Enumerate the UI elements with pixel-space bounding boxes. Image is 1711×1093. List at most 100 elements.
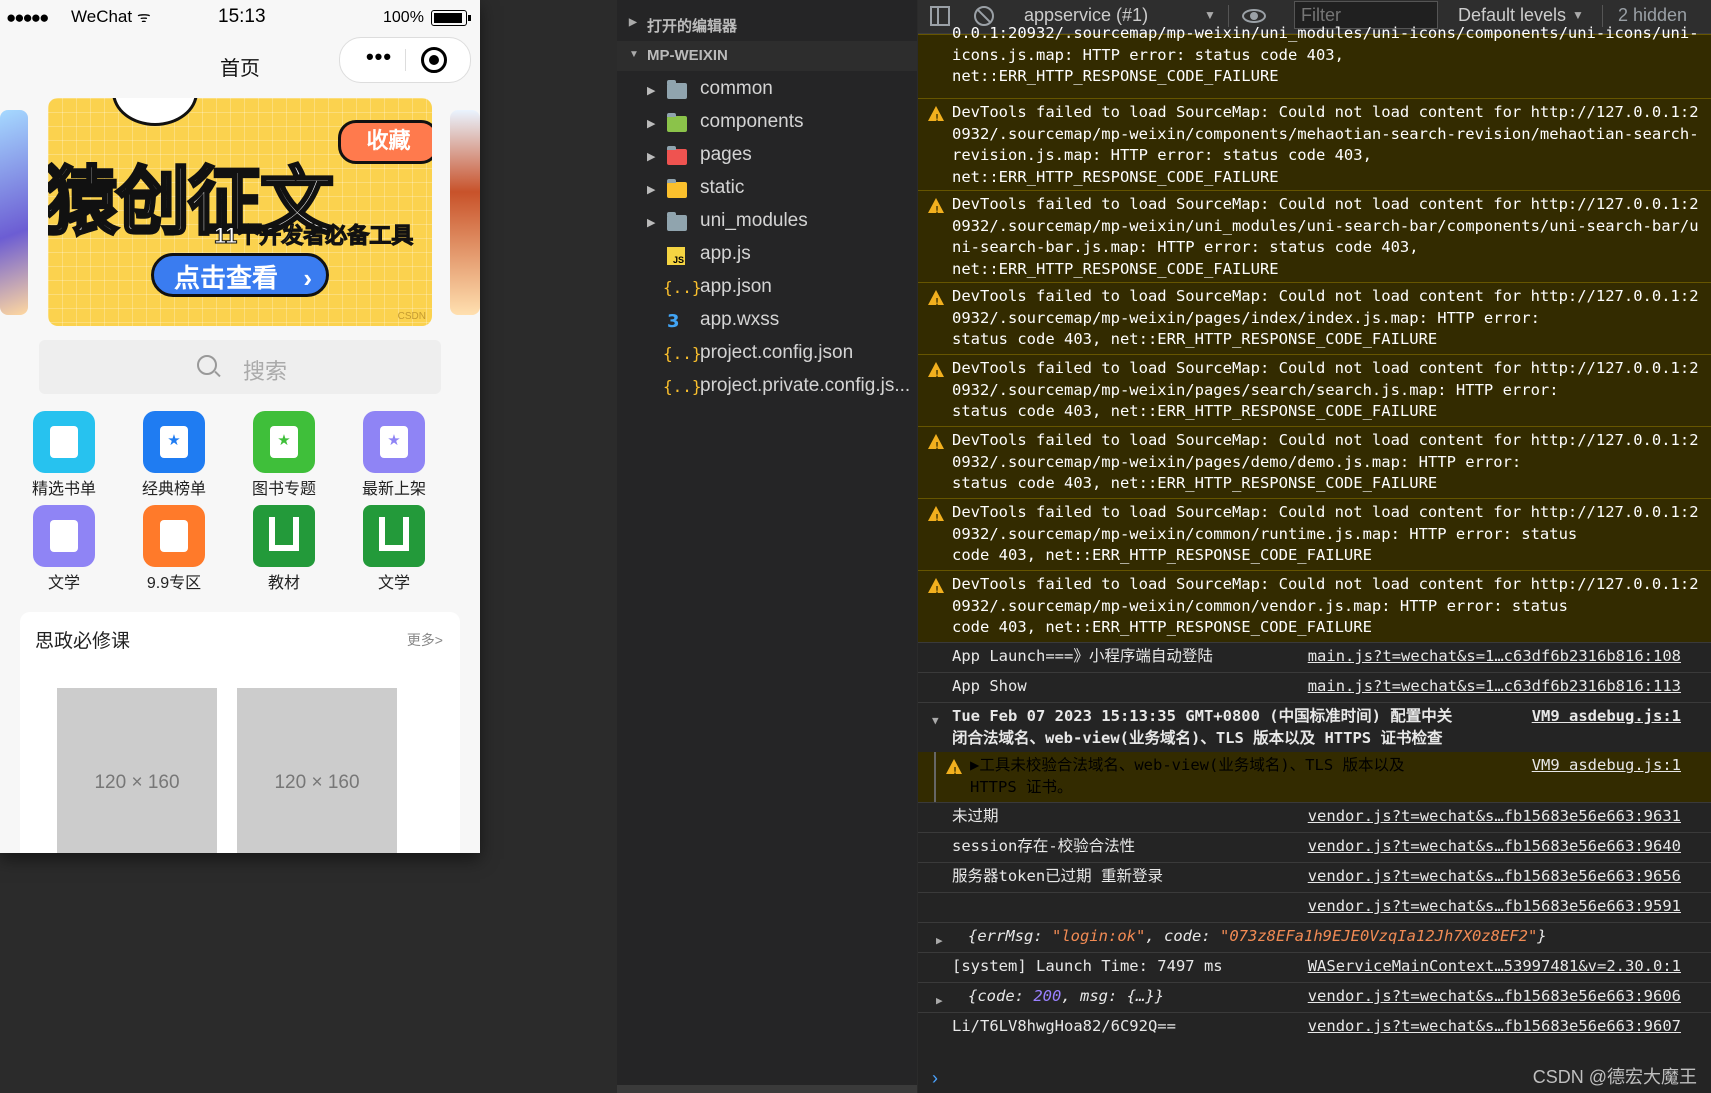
file-explorer: ▶ 打开的编辑器 ▼ MP-WEIXIN ▶ common ▶ components ▶…: [617, 0, 917, 1093]
folder-icon: [667, 212, 687, 231]
search-bar[interactable]: 搜索: [39, 340, 441, 394]
bookmark-star-icon: ★: [363, 411, 425, 473]
folder-item[interactable]: ▶ common: [617, 74, 917, 107]
file-name: common: [700, 78, 773, 99]
folder-item[interactable]: ▶ components: [617, 107, 917, 140]
object-token: "073z8EFa1h9EJE0VzqIa12Jh7X0z8EF2": [1220, 927, 1538, 945]
card-more-link[interactable]: 更多>: [407, 630, 443, 650]
file-item[interactable]: {..} project.private.config.js...: [617, 371, 917, 404]
icon-shape: [50, 520, 78, 552]
banner-slide[interactable]: 收藏 猿创征文 11个开发者必备工具 点击查看 › CSDN: [48, 98, 432, 326]
chevron-right-icon[interactable]: ▶: [647, 216, 655, 229]
sidebar-toggle-icon[interactable]: [930, 6, 950, 26]
mini-program-capsule: •••: [339, 37, 471, 83]
source-link[interactable]: VM9 asdebug.js:1: [1532, 755, 1681, 777]
file-item[interactable]: 3 app.wxss: [617, 305, 917, 338]
more-menu-icon[interactable]: •••: [354, 44, 404, 70]
image-placeholder[interactable]: 120 × 160: [57, 688, 217, 853]
log-text: Tue Feb 07 2023 15:13:35 GMT+0800 (中国标准时…: [952, 707, 1453, 747]
grid-item[interactable]: ★ 最新上架: [344, 411, 444, 499]
grid-item[interactable]: ★ 经典榜单: [124, 411, 224, 499]
star-icon: ★: [167, 432, 181, 449]
log-text: DevTools failed to load SourceMap: Could…: [952, 195, 1699, 278]
chevron-down-icon[interactable]: ▼: [1572, 8, 1584, 22]
banner-cta-button[interactable]: 点击查看 ›: [151, 253, 329, 297]
object-token: code: [1164, 927, 1202, 945]
close-target-icon[interactable]: [421, 47, 447, 73]
source-link[interactable]: VM9 asdebug.js:1: [1532, 706, 1681, 728]
object-log: ▶ {code: 200, msg: {…}} vendor.js?t=wechat…: [918, 982, 1711, 1012]
source-link[interactable]: vendor.js?t=wechat&s…fb15683e56e663:9607: [1308, 1016, 1681, 1038]
file-item[interactable]: JS app.js: [617, 239, 917, 272]
project-header[interactable]: ▼ MP-WEIXIN: [617, 41, 917, 71]
chevron-right-icon[interactable]: ▶: [647, 117, 655, 130]
object-punct: ,: [1145, 927, 1165, 945]
banner-next-slide[interactable]: [450, 110, 480, 315]
source-link[interactable]: vendor.js?t=wechat&s…fb15683e56e663:9640: [1308, 836, 1681, 858]
file-item[interactable]: {..} project.config.json: [617, 338, 917, 371]
search-icon: [197, 355, 217, 375]
banner-tag: 收藏: [338, 120, 432, 164]
grid-item-label: 图书专题: [251, 481, 316, 498]
card-title: 思政必修课: [35, 631, 131, 652]
source-link[interactable]: main.js?t=wechat&s=1…c63df6b2316b816:113: [1308, 676, 1681, 698]
warning-message: DevTools failed to load SourceMap: Could…: [918, 498, 1711, 570]
grid-item[interactable]: 教材: [234, 505, 334, 593]
source-link[interactable]: WAServiceMainContext…53997481&v=2.30.0:1: [1308, 956, 1681, 978]
grid-item[interactable]: 9.9专区: [124, 505, 224, 593]
source-link[interactable]: main.js?t=wechat&s=1…c63df6b2316b816:108: [1308, 646, 1681, 668]
object-log: ▶ {errMsg: "login:ok", code: "073z8EFa1h9…: [918, 922, 1711, 952]
carrier-label: WeChat: [71, 7, 133, 26]
file-name: app.wxss: [700, 309, 780, 330]
chevron-right-icon[interactable]: ▶: [647, 183, 655, 196]
battery-percent: 100%: [383, 9, 424, 26]
grid-item[interactable]: 文学: [344, 505, 444, 593]
eye-icon[interactable]: [1242, 9, 1266, 23]
object-preview[interactable]: {code: 200, msg: {…}}: [968, 986, 1164, 1008]
capsule-divider: [405, 49, 406, 71]
folder-icon: [667, 179, 687, 198]
open-editors-header[interactable]: ▶ 打开的编辑器: [617, 9, 917, 39]
banner-decoration: [112, 98, 198, 126]
object-token: msg: [1080, 987, 1109, 1005]
u-shape: [379, 517, 409, 551]
expand-arrow-icon[interactable]: ▶: [936, 990, 943, 1012]
folder-item[interactable]: ▶ uni_modules: [617, 206, 917, 239]
source-link[interactable]: vendor.js?t=wechat&s…fb15683e56e663:9591: [1308, 896, 1681, 918]
horizontal-scrollbar[interactable]: [617, 1085, 917, 1093]
collapse-arrow-icon[interactable]: ▼: [932, 710, 939, 732]
warning-message: DevTools failed to load SourceMap: Could…: [918, 570, 1711, 642]
source-link[interactable]: vendor.js?t=wechat&s…fb15683e56e663:9606: [1308, 986, 1681, 1008]
warning-message: DevTools failed to load SourceMap: Could…: [918, 98, 1711, 190]
log-text: DevTools failed to load SourceMap: Could…: [952, 503, 1699, 564]
file-item[interactable]: {..} app.json: [617, 272, 917, 305]
source-link[interactable]: vendor.js?t=wechat&s…fb15683e56e663:9631: [1308, 806, 1681, 828]
battery-icon: [431, 10, 467, 26]
status-bar: ●●●●● WeChat ᯤ 15:13 100%: [0, 0, 480, 34]
warning-icon: [928, 506, 944, 530]
grid-item[interactable]: 精选书单: [14, 411, 114, 499]
banner-prev-slide[interactable]: [0, 110, 28, 315]
css-file-icon: 3: [667, 311, 680, 332]
course-card: 思政必修课 更多> 120 × 160 120 × 160: [20, 612, 460, 853]
grid-item[interactable]: 文学: [14, 505, 114, 593]
warning-icon: [928, 106, 944, 130]
expand-arrow-icon[interactable]: ▶: [936, 930, 943, 952]
folder-item[interactable]: ▶ pages: [617, 140, 917, 173]
source-link[interactable]: vendor.js?t=wechat&s…fb15683e56e663:9656: [1308, 866, 1681, 888]
chevron-right-icon[interactable]: ▶: [647, 150, 655, 163]
warning-icon: [928, 290, 944, 314]
grid-item[interactable]: ★ 图书专题: [234, 411, 334, 499]
object-punct: }: [1154, 987, 1165, 1005]
chevron-right-icon[interactable]: ▶: [647, 84, 655, 97]
star-icon: ★: [277, 432, 291, 449]
warning-message: 0.0.1:20932/.sourcemap/mp-weixin/uni_mod…: [918, 24, 1711, 98]
chevron-down-icon[interactable]: ▼: [1204, 8, 1216, 22]
warning-icon: [928, 362, 944, 386]
chevron-right-icon: ›: [303, 263, 312, 293]
image-placeholder[interactable]: 120 × 160: [237, 688, 397, 853]
object-preview[interactable]: {errMsg: "login:ok", code: "073z8EFa1h9E…: [968, 926, 1547, 948]
object-token: "login:ok": [1052, 927, 1146, 945]
folder-item[interactable]: ▶ static: [617, 173, 917, 206]
console-prompt[interactable]: ›: [932, 1068, 938, 1089]
